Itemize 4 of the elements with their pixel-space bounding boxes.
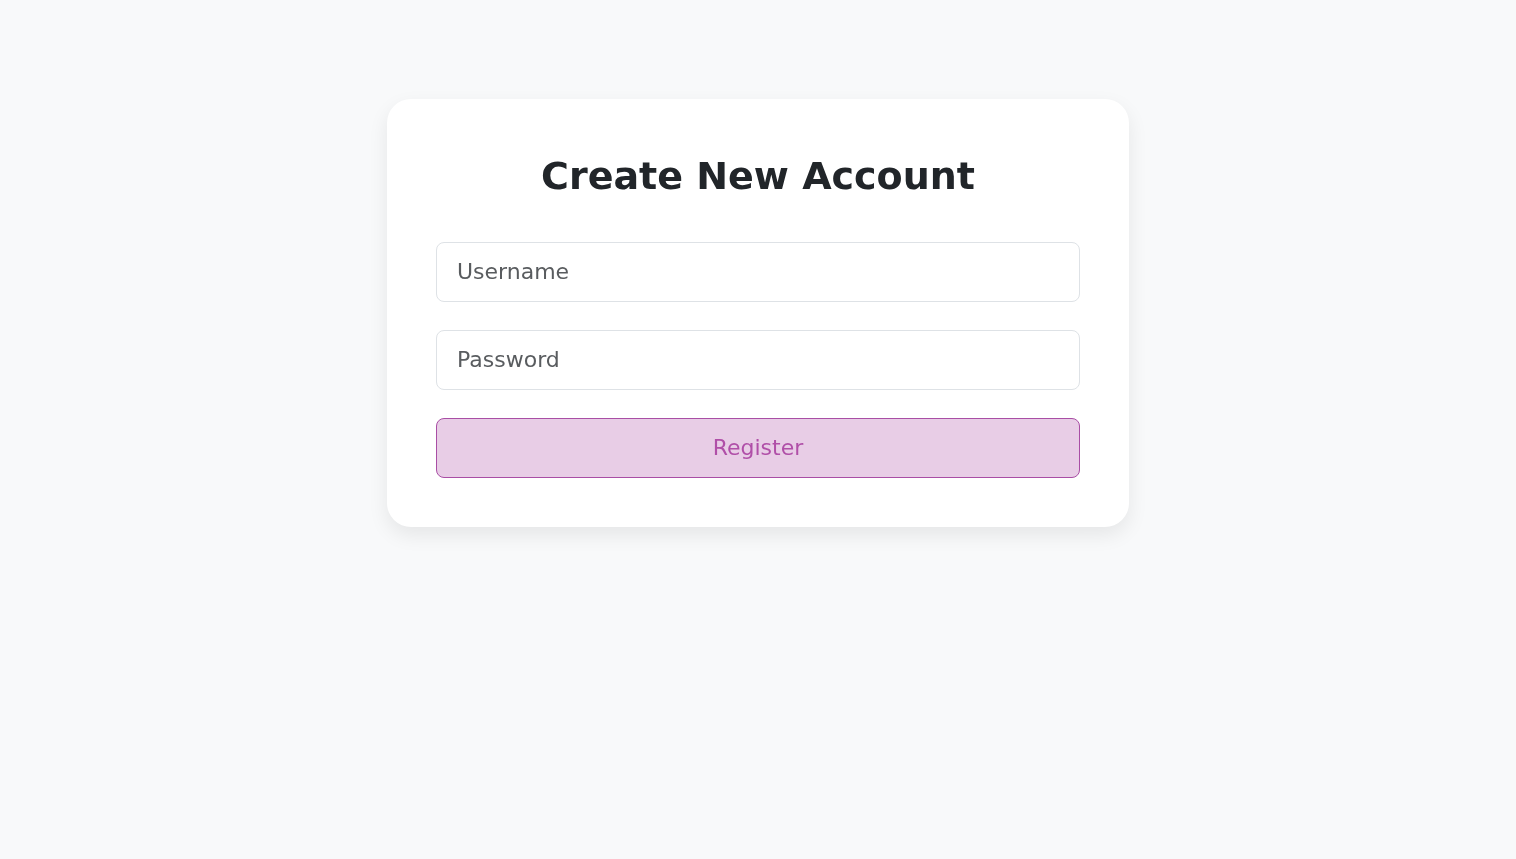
username-field[interactable]: Username — [436, 241, 1080, 302]
register-button[interactable]: Register — [436, 417, 1080, 478]
password-field[interactable]: Password — [436, 329, 1080, 390]
form-title: Create New Account — [540, 154, 976, 200]
